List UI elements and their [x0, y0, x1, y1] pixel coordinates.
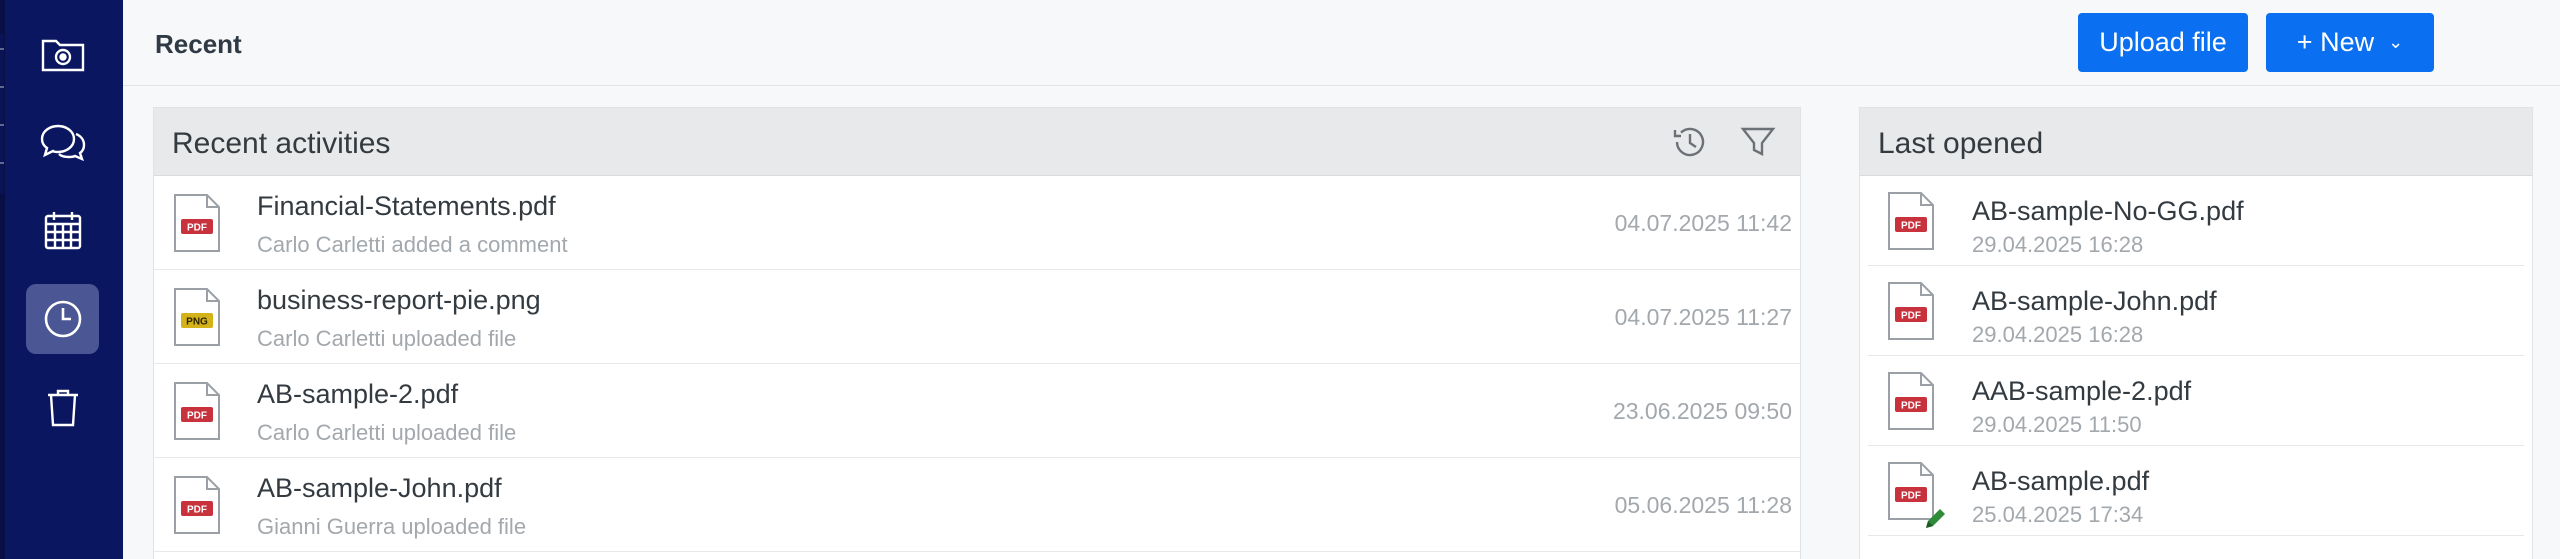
activity-row[interactable]: PNG business-report-pie.png Carlo Carletti…: [154, 270, 1800, 364]
activity-description: Carlo Carletti uploaded file: [257, 326, 517, 351]
pdf-file-icon: PDF: [174, 476, 220, 534]
activity-file-name[interactable]: AB-sample-John.pdf: [257, 473, 502, 504]
last-opened-row[interactable]: PDF AB-sample-John.pdf 29.04.2025 16:28: [1868, 266, 2524, 356]
upload-file-button[interactable]: Upload file: [2078, 13, 2248, 72]
file-type-badge: PDF: [1901, 491, 1921, 502]
sidebar: [0, 0, 123, 559]
files-icon: [41, 39, 84, 72]
chat-icon: [40, 124, 85, 162]
activity-row[interactable]: PDF AB-sample-2.pdf Carlo Carletti uploade…: [154, 364, 1800, 458]
last-opened-row[interactable]: PDF AB-sample.pdf 25.04.2025 17:34: [1868, 446, 2524, 536]
last-opened-file-name[interactable]: AAB-sample-2.pdf: [1972, 376, 2191, 407]
last-opened-panel: Last opened PDF AB-sample-No-GG.pdf 29.04.…: [1859, 107, 2533, 559]
nav-chat[interactable]: [26, 107, 99, 177]
file-type-badge: PDF: [187, 505, 207, 516]
new-button[interactable]: + New ⌄: [2266, 13, 2434, 72]
last-opened-row[interactable]: PDF AB-sample-No-GG.pdf 29.04.2025 16:28: [1868, 176, 2524, 266]
activity-timestamp: 04.07.2025 11:42: [1614, 210, 1792, 236]
last-opened-timestamp: 29.04.2025 11:50: [1972, 412, 2142, 437]
pdf-file-icon: PDF: [1888, 192, 1934, 250]
last-opened-row[interactable]: PDF AAB-sample-2.pdf 29.04.2025 11:50: [1868, 356, 2524, 446]
chevron-down-icon: ⌄: [2388, 32, 2404, 52]
recent-activities-header: Recent activities: [154, 108, 1800, 176]
file-type-badge: PDF: [1901, 311, 1921, 322]
pdf-file-icon: PDF: [174, 382, 220, 440]
activity-timestamp: 04.07.2025 11:27: [1614, 304, 1792, 330]
activity-row[interactable]: PDF AB-sample-John.pdf Gianni Guerra uploa…: [154, 458, 1800, 552]
last-opened-file-name[interactable]: AB-sample-No-GG.pdf: [1972, 196, 2244, 227]
upload-file-label: Upload file: [2099, 27, 2227, 57]
activity-description: Carlo Carletti added a comment: [257, 232, 568, 257]
pencil-icon: [1926, 509, 1945, 528]
last-opened-list: PDF AB-sample-No-GG.pdf 29.04.2025 16:28 PD…: [1860, 176, 2532, 536]
activity-file-name[interactable]: Financial-Statements.pdf: [257, 191, 556, 222]
new-label: + New: [2296, 27, 2375, 57]
activity-file-name[interactable]: business-report-pie.png: [257, 285, 541, 316]
nav-files[interactable]: [26, 17, 99, 87]
nav-calendar[interactable]: [26, 196, 99, 266]
pdf-file-icon: PDF: [1888, 372, 1934, 430]
pdf-file-icon: PDF: [1888, 282, 1934, 340]
filter-icon[interactable]: [1738, 122, 1778, 162]
last-opened-timestamp: 29.04.2025 16:28: [1972, 322, 2144, 347]
file-type-badge: PDF: [187, 223, 207, 234]
last-opened-title: Last opened: [1878, 127, 2044, 160]
trash-icon: [47, 389, 78, 427]
history-icon[interactable]: [1670, 122, 1710, 162]
calendar-icon: [44, 212, 81, 250]
activity-timestamp: 05.06.2025 11:28: [1614, 492, 1792, 518]
nav-recent[interactable]: [26, 284, 99, 354]
recent-activities-title: Recent activities: [172, 127, 391, 160]
nav-trash[interactable]: [26, 372, 99, 442]
last-opened-timestamp: 25.04.2025 17:34: [1972, 502, 2144, 527]
sidebar-scroll-marks: [0, 34, 4, 194]
pdf-file-icon: PDF: [174, 194, 220, 252]
recent-clock-icon: [44, 300, 81, 338]
activity-timestamp: 23.06.2025 09:50: [1612, 398, 1792, 424]
recent-activities-panel: Recent activities PDF Financial-Statement…: [153, 107, 1801, 559]
file-type-badge: PDF: [1901, 401, 1921, 412]
page-title: Recent: [155, 29, 242, 59]
activity-list: PDF Financial-Statements.pdf Carlo Carlett…: [154, 176, 1800, 552]
last-opened-timestamp: 29.04.2025 16:28: [1972, 232, 2144, 257]
activity-row[interactable]: PDF Financial-Statements.pdf Carlo Carlett…: [154, 176, 1800, 270]
last-opened-file-name[interactable]: AB-sample.pdf: [1972, 466, 2149, 497]
file-type-badge: PDF: [1901, 221, 1921, 232]
file-type-badge: PDF: [187, 411, 207, 422]
activity-file-name[interactable]: AB-sample-2.pdf: [257, 379, 458, 410]
png-file-icon: PNG: [174, 288, 220, 346]
last-opened-file-name[interactable]: AB-sample-John.pdf: [1972, 286, 2217, 317]
last-opened-header: Last opened: [1860, 108, 2532, 176]
activity-description: Gianni Guerra uploaded file: [257, 514, 527, 539]
activity-description: Carlo Carletti uploaded file: [257, 420, 517, 445]
file-type-badge: PNG: [186, 317, 208, 328]
